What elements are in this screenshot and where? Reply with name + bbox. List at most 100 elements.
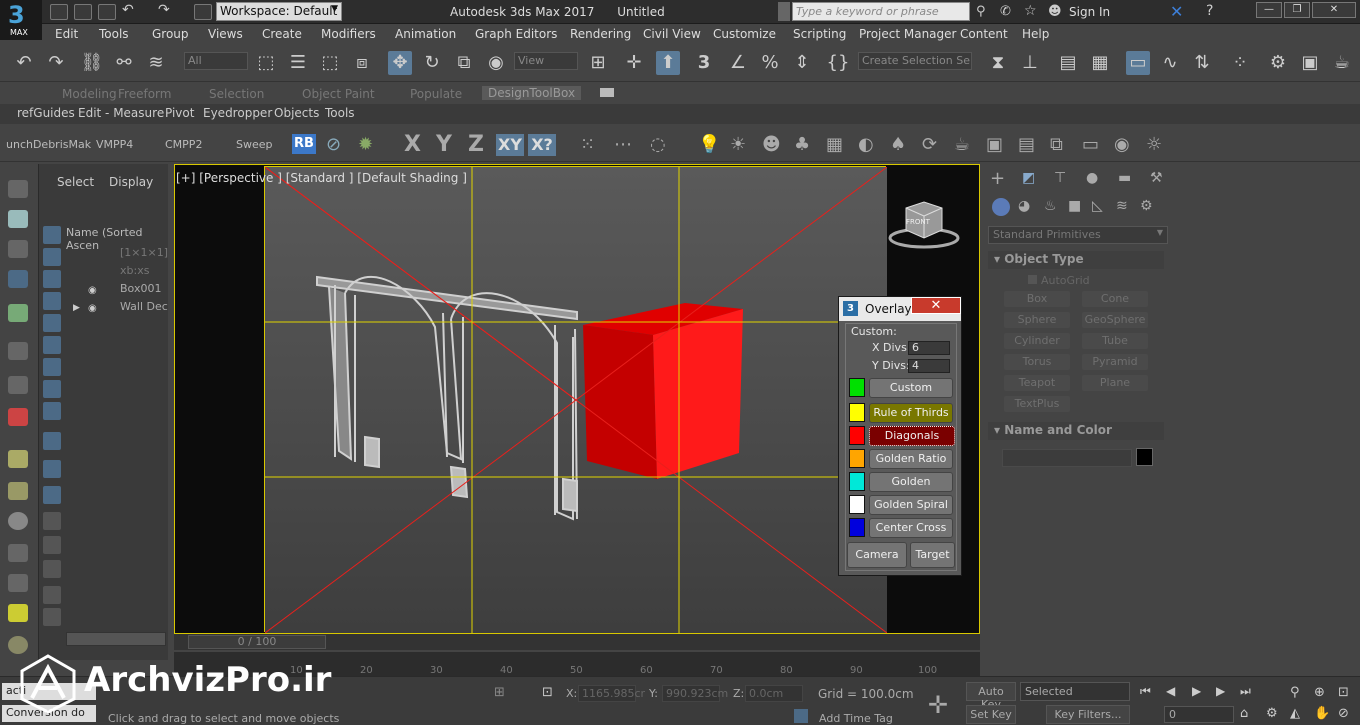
layer-explorer-icon[interactable]: ▦ xyxy=(1088,51,1112,75)
helpers-category-icon[interactable]: ◺ xyxy=(1092,198,1103,214)
spacewarps-category-icon[interactable]: ≋ xyxy=(1116,198,1128,214)
time-tag-icon[interactable] xyxy=(794,709,808,723)
tube-button[interactable]: Tube xyxy=(1082,333,1148,349)
tab-select[interactable]: Select xyxy=(57,175,94,189)
tree-icon[interactable]: ♣ xyxy=(794,134,810,155)
lock-selection-icon[interactable]: ⊞ xyxy=(494,685,505,700)
spinner-snap-icon[interactable]: ⇕ xyxy=(790,51,814,75)
reference-coordinate-dropdown[interactable]: View xyxy=(514,52,578,70)
circle-icon[interactable] xyxy=(8,512,28,530)
bind-spacewarp-icon[interactable]: ≋ xyxy=(144,51,168,75)
x-coordinate-input[interactable]: 1165.985cr xyxy=(578,685,645,702)
teapot-icon[interactable] xyxy=(8,180,28,198)
list-item[interactable]: [1×1×1] xyxy=(84,246,168,259)
cylinder-button[interactable]: Cylinder xyxy=(1004,333,1070,349)
undo-icon[interactable]: ↶ xyxy=(12,51,36,75)
project-folder-icon[interactable] xyxy=(194,4,212,20)
menu-views[interactable]: Views xyxy=(208,27,243,41)
menu-rendering[interactable]: Rendering xyxy=(570,27,631,41)
open-file-icon[interactable] xyxy=(74,4,92,20)
wave-icon[interactable] xyxy=(8,544,28,562)
key-mode-icon[interactable]: ⌂ xyxy=(1240,706,1248,721)
pine-tree-icon[interactable]: ♠ xyxy=(890,134,906,155)
z-coordinate-input[interactable]: 0.0cm xyxy=(745,685,803,702)
filter-invert-icon[interactable] xyxy=(43,486,61,504)
render-red-icon[interactable] xyxy=(8,408,28,426)
orbit-icon[interactable]: ⊘ xyxy=(1338,706,1349,721)
render-setup-icon[interactable]: ▣ xyxy=(1298,51,1322,75)
toggle-icon[interactable] xyxy=(43,512,61,530)
select-by-name-icon[interactable]: ☰ xyxy=(286,51,310,75)
filter-lights-icon[interactable] xyxy=(43,270,61,288)
tab-selection[interactable]: Selection xyxy=(209,87,264,101)
refresh-icon[interactable]: ⟳ xyxy=(922,134,937,155)
camera-button[interactable]: Camera xyxy=(847,542,907,568)
thirds-color-swatch[interactable] xyxy=(849,403,865,422)
unlink-icon[interactable]: ⚯ xyxy=(112,51,136,75)
select-and-move-icon[interactable]: ✥ xyxy=(388,51,412,75)
gear-green-icon[interactable]: ✹ xyxy=(358,134,373,155)
frame-buffer-icon[interactable]: ▤ xyxy=(1018,134,1035,155)
ydivs-spinner[interactable]: 4 xyxy=(908,359,950,373)
toggle-b-icon[interactable] xyxy=(43,536,61,554)
ribbon-options-icon[interactable] xyxy=(600,88,614,97)
no-render-icon[interactable]: ⊘ xyxy=(326,134,341,155)
field-of-view-icon[interactable]: ◭ xyxy=(1290,706,1300,721)
camera-icon[interactable] xyxy=(8,342,28,360)
tool-sweep[interactable]: Sweep xyxy=(236,138,273,151)
toggle-ribbon-icon[interactable]: ▭ xyxy=(1126,51,1150,75)
golden-ratio-color-swatch[interactable] xyxy=(849,449,865,468)
axis-z-button[interactable]: Z xyxy=(468,132,484,157)
golden-spiral-button[interactable]: Golden Spiral xyxy=(869,495,953,515)
filter-helpers-icon[interactable] xyxy=(43,314,61,332)
grid-icon[interactable]: ▦ xyxy=(826,134,843,155)
snap-circle-icon[interactable]: ◌ xyxy=(650,134,666,155)
selection-filter-dropdown[interactable]: All xyxy=(184,52,248,70)
textplus-button[interactable]: TextPlus xyxy=(1004,396,1070,412)
menu-project-manager[interactable]: Project Manager xyxy=(859,27,956,41)
funnel-icon[interactable] xyxy=(43,586,61,604)
play-icon[interactable]: ▶ xyxy=(1192,684,1201,698)
absolute-mode-icon[interactable]: ⊡ xyxy=(542,685,553,700)
overlay-close-button[interactable]: ✕ xyxy=(911,297,961,314)
funnel-b-icon[interactable] xyxy=(43,608,61,626)
box-icon[interactable] xyxy=(8,450,28,468)
axis-y-button[interactable]: Y xyxy=(436,132,452,157)
list-icon[interactable] xyxy=(8,240,28,258)
new-file-icon[interactable] xyxy=(50,4,68,20)
menu-scripting[interactable]: Scripting xyxy=(793,27,846,41)
filter-cameras-icon[interactable] xyxy=(43,292,61,310)
box-button[interactable]: Box xyxy=(1004,291,1070,307)
explorer-column-header[interactable]: Name (Sorted Ascen xyxy=(66,226,166,252)
key-filters-button[interactable]: Key Filters... xyxy=(1046,705,1130,724)
tool-vmpp4[interactable]: VMPP4 xyxy=(96,138,133,151)
menu-modifiers[interactable]: Modifiers xyxy=(321,27,376,41)
material-editor-icon[interactable]: ⚙ xyxy=(1266,51,1290,75)
diagonals-button[interactable]: Diagonals xyxy=(869,426,955,446)
teapot-icon[interactable]: ☕ xyxy=(954,134,970,155)
keyboard-shortcut-override-icon[interactable]: ⬆ xyxy=(656,51,680,75)
center-cross-color-swatch[interactable] xyxy=(849,518,865,537)
filter-none-icon[interactable] xyxy=(43,460,61,478)
menu-customize[interactable]: Customize xyxy=(713,27,776,41)
menu-animation[interactable]: Animation xyxy=(395,27,456,41)
select-object-icon[interactable]: ⬚ xyxy=(254,51,278,75)
set-key-button[interactable]: Set Key xyxy=(966,705,1016,724)
tab-freeform[interactable]: Freeform xyxy=(118,87,171,101)
filter-geometry-icon[interactable] xyxy=(43,226,61,244)
tab-populate[interactable]: Populate xyxy=(410,87,462,101)
filter-xrefs-icon[interactable] xyxy=(43,380,61,398)
scene-explorer-icon[interactable]: ▤ xyxy=(1056,51,1080,75)
custom-button[interactable]: Custom xyxy=(869,378,953,398)
snap-edges-icon[interactable]: ⋯ xyxy=(614,134,632,155)
expand-arrow-icon[interactable]: ▶ xyxy=(73,303,80,313)
utilities-tab-icon[interactable]: ⚒ xyxy=(1150,170,1163,186)
menu-civil-view[interactable]: Civil View xyxy=(643,27,701,41)
sphere-icon[interactable]: ◐ xyxy=(858,134,874,155)
save-file-icon[interactable] xyxy=(98,4,116,20)
close-button[interactable]: ✕ xyxy=(1312,2,1356,18)
custom-color-swatch[interactable] xyxy=(849,378,865,397)
calculator-icon[interactable] xyxy=(8,270,28,288)
render-frame-icon[interactable]: ▣ xyxy=(986,134,1003,155)
golden-triangle-button[interactable]: Golden Triangle xyxy=(869,472,953,506)
